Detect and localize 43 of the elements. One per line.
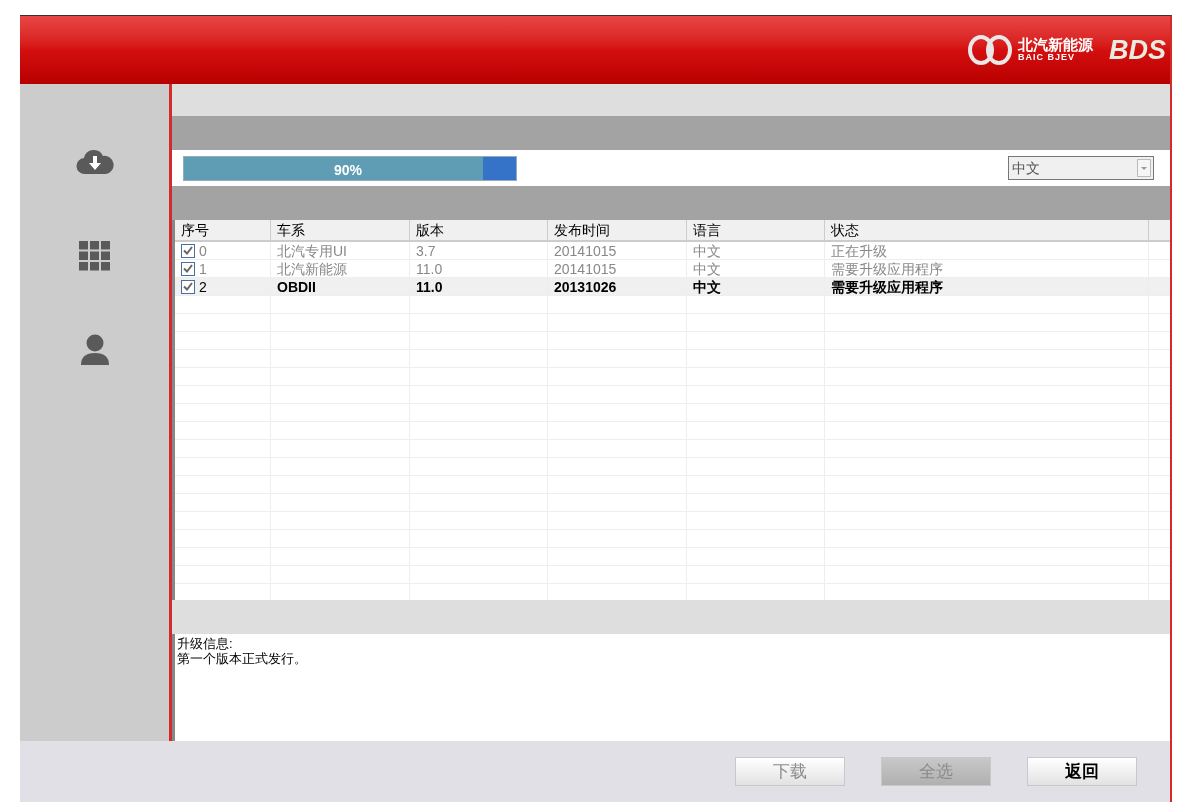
column-header[interactable]: 车系 [271,220,410,240]
table-cell: 需要升级应用程序 [831,259,943,278]
column-header[interactable]: 发布时间 [548,220,687,240]
table-cell: 中文 [693,259,721,278]
caret-icon [1137,159,1151,177]
table-cell: 需要升级应用程序 [831,277,943,296]
table-row[interactable]: 0 北汽专用UI 3.7 20141015 中文 正在升级 [175,242,1170,260]
table-cell: 0 [199,241,207,260]
table-cell: 11.0 [416,277,443,296]
brand-subtitle: BAIC BJEV [1018,52,1076,62]
table-cell: 中文 [693,241,721,260]
logo-icon [968,35,1012,65]
table-row[interactable]: 1 北汽新能源 11.0 20141015 中文 需要升级应用程序 [175,260,1170,278]
action-button[interactable]: 返回 [1027,757,1137,786]
grid-icon [78,241,111,271]
language-dropdown[interactable]: 中文 [1008,156,1154,180]
table-cell: 北汽专用UI [277,241,347,260]
table-cell: 北汽新能源 [277,259,347,278]
table-cell: 20141015 [554,241,617,260]
column-header[interactable]: 序号 [175,220,271,240]
brand-name: 北汽新能源 [1018,38,1093,52]
cloud-download-icon [75,149,114,175]
table-cell: 2 [199,277,207,296]
progress-reading: 90% [334,160,363,180]
info-label: 升级信息: [177,636,234,651]
user-icon [79,334,110,366]
table-cell: OBDII [277,277,316,296]
product-logo: BDS [1109,36,1166,64]
info-text: 第一个版本正式发行。 [177,651,308,666]
table-cell: 11.0 [416,259,443,278]
table-cell: 1 [199,259,207,278]
table-cell: 3.7 [416,241,436,260]
row-checkbox[interactable] [181,243,195,258]
table-cell: 20131026 [554,277,617,296]
row-checkbox[interactable] [181,261,195,276]
table-cell: 正在升级 [831,241,887,260]
table-row[interactable]: 2 OBDII 11.0 20131026 中文 需要升级应用程序 [175,278,1170,296]
column-header[interactable]: 状态 [825,220,1149,240]
row-checkbox[interactable] [181,279,195,294]
table-cell: 中文 [693,277,721,296]
column-header[interactable]: 版本 [410,220,548,240]
column-header[interactable]: 语言 [687,220,825,240]
table-cell: 20141015 [554,259,617,278]
